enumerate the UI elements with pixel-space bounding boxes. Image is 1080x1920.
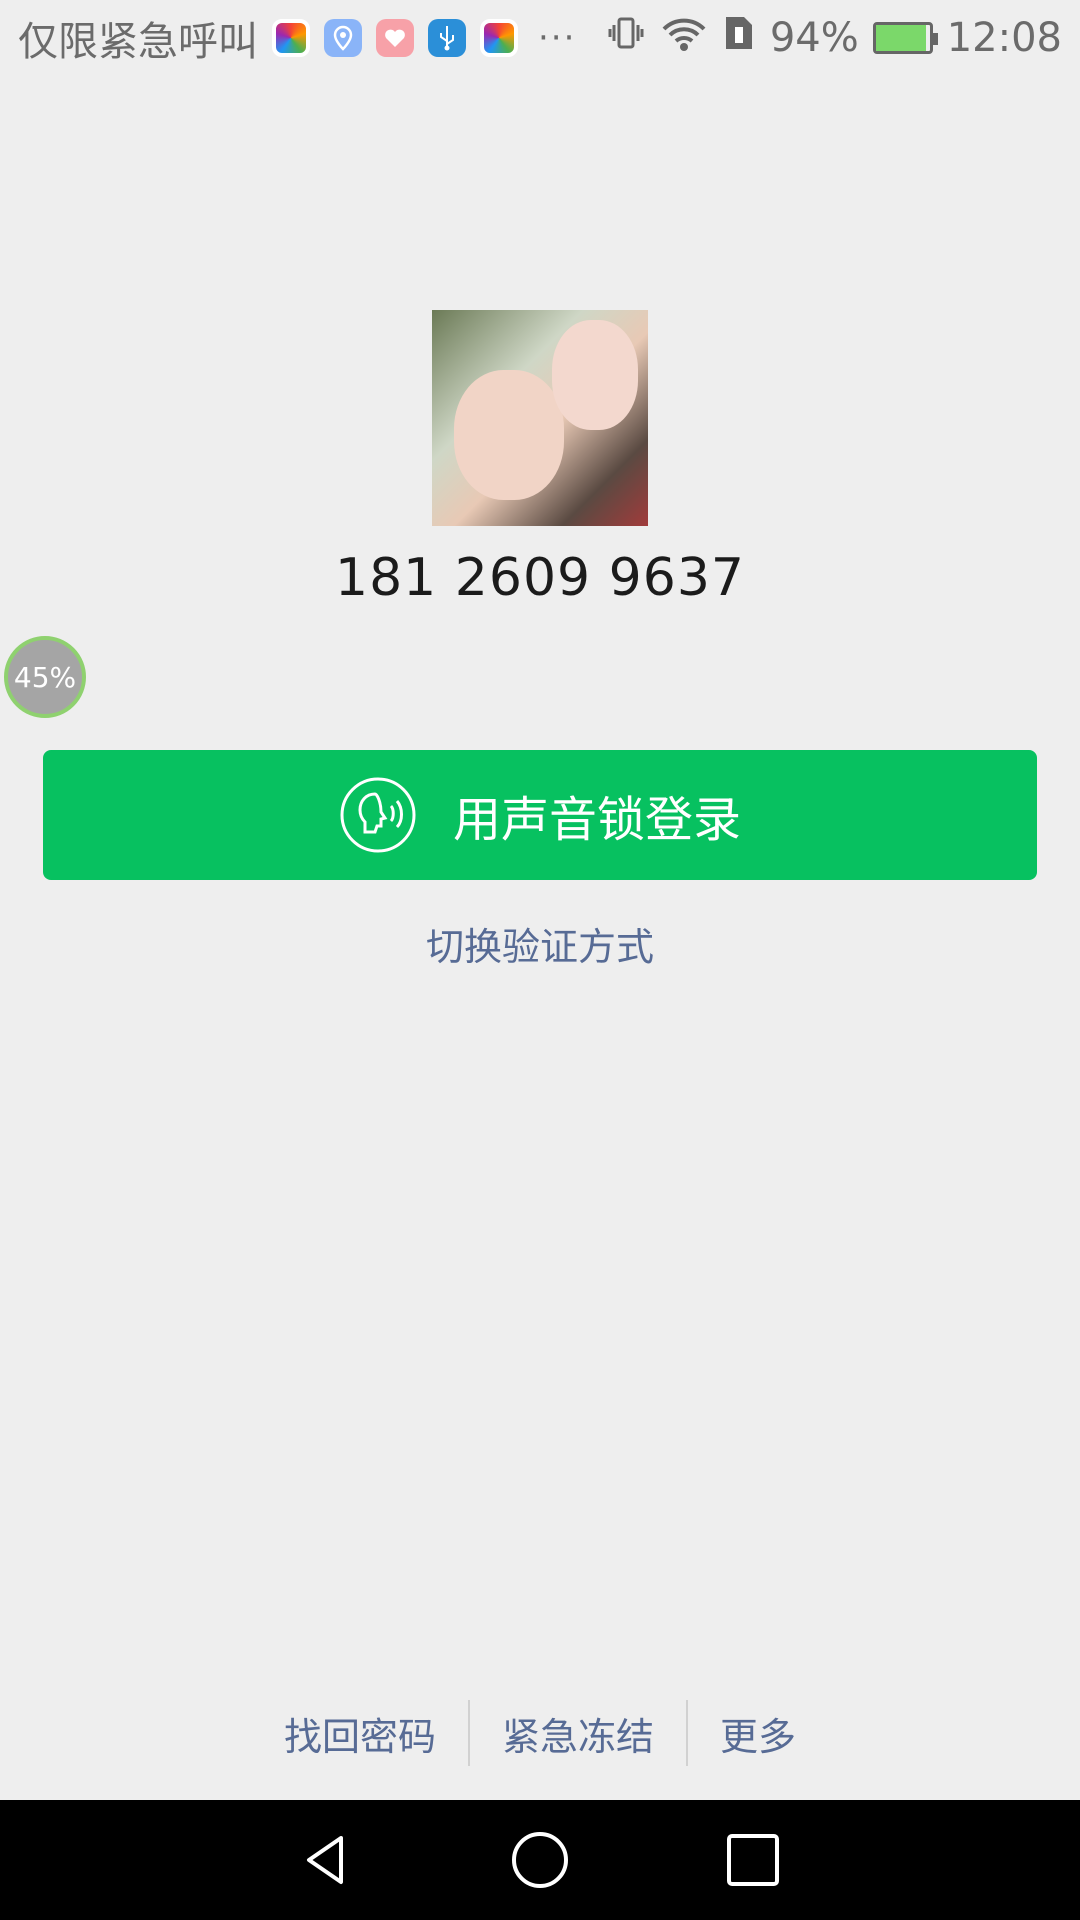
divider [686, 1700, 688, 1766]
sim-icon [722, 13, 756, 63]
switch-verification-link[interactable]: 切换验证方式 [0, 916, 1080, 971]
location-icon [324, 19, 362, 57]
avatar [432, 310, 648, 526]
heart-icon [376, 19, 414, 57]
colorful-app-icon [480, 19, 518, 57]
usb-icon [428, 19, 466, 57]
avatar-face [454, 370, 564, 500]
voice-lock-login-button[interactable]: 用声音锁登录 [43, 750, 1037, 880]
home-icon[interactable] [510, 1830, 570, 1890]
status-bar-right: 94% 12:08 [606, 13, 1080, 63]
progress-badge[interactable]: 45% [4, 636, 86, 718]
more-link[interactable]: 更多 [720, 1706, 796, 1761]
back-icon[interactable] [297, 1830, 357, 1890]
vibrate-icon [606, 13, 646, 63]
battery-percent: 94% [769, 15, 859, 61]
recover-password-link[interactable]: 找回密码 [284, 1706, 436, 1761]
voice-lock-login-label: 用声音锁登录 [452, 792, 741, 848]
voice-profile-icon [340, 777, 416, 853]
status-notice: 仅限紧急呼叫 [18, 19, 258, 65]
status-bar-left: 仅限紧急呼叫 ··· [0, 9, 576, 67]
divider [467, 1700, 470, 1766]
navigation-bar [0, 1800, 1080, 1920]
colorful-app-icon [272, 19, 310, 57]
account-phone: 181 2609 9637 [335, 548, 745, 608]
wifi-icon [660, 13, 708, 63]
battery-icon [872, 22, 938, 54]
recents-icon[interactable] [723, 1830, 783, 1890]
status-time: 12:08 [946, 15, 1062, 61]
more-icon: ··· [538, 18, 577, 58]
status-bar: 仅限紧急呼叫 ··· 94% 12:08 [0, 0, 1080, 76]
emergency-freeze-link[interactable]: 紧急冻结 [502, 1706, 654, 1761]
bottom-links: 找回密码 紧急冻结 更多 [0, 1698, 1080, 1768]
battery-fill [875, 25, 927, 51]
avatar-face [552, 320, 638, 430]
